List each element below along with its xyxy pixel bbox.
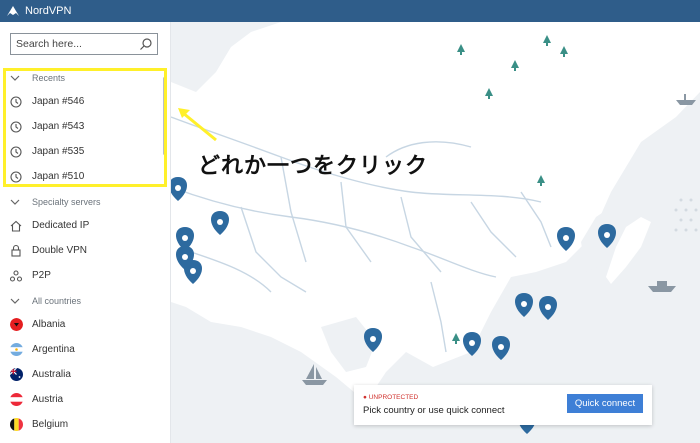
server-pin[interactable] (210, 211, 230, 235)
specialty-item-dedicated-ip[interactable]: Dedicated IP (0, 213, 165, 238)
status-badge: ● UNPROTECTED (363, 394, 419, 401)
search-input[interactable]: Search here... (10, 33, 158, 55)
lock-icon (11, 244, 21, 257)
specialty-label: Specialty servers (32, 196, 101, 207)
sidebar: Search here... Recents Japan #546 Japan … (0, 22, 171, 443)
specialty-item-p2p[interactable]: P2P (0, 263, 165, 288)
recents-label: Recents (32, 72, 66, 83)
countries-label: All countries (32, 295, 82, 306)
status-state: UNPROTECTED (368, 394, 419, 401)
recent-item[interactable]: Japan #543 (0, 114, 165, 139)
countries-section-header[interactable]: All countries (0, 288, 165, 313)
country-item-label: Albania (32, 319, 66, 330)
chevron-down-icon (10, 75, 20, 81)
specialty-item-label: Dedicated IP (32, 220, 90, 231)
recent-item-label: Japan #535 (32, 146, 85, 157)
albania-flag-icon (9, 318, 23, 331)
server-pin[interactable] (491, 336, 511, 360)
server-pins (171, 177, 617, 434)
search-placeholder: Search here... (16, 38, 82, 50)
p2p-icon (9, 269, 23, 282)
server-pin[interactable] (556, 227, 576, 251)
country-item-australia[interactable]: Australia (0, 362, 165, 387)
clock-icon (10, 170, 22, 183)
recent-item-label: Japan #510 (32, 171, 85, 182)
server-pin[interactable] (462, 332, 482, 356)
country-item-argentina[interactable]: Argentina (0, 337, 165, 362)
server-pin[interactable] (183, 260, 203, 284)
australia-flag-icon (9, 368, 23, 381)
recent-item-label: Japan #543 (32, 121, 85, 132)
argentina-flag-icon (9, 343, 23, 356)
specialty-section-header[interactable]: Specialty servers (0, 189, 165, 214)
annotation-arrow-icon (178, 108, 217, 142)
chevron-down-icon (10, 298, 20, 304)
chevron-down-icon (10, 199, 20, 205)
austria-flag-icon (9, 393, 23, 406)
recent-item[interactable]: Japan #535 (0, 139, 165, 164)
country-item-belgium[interactable]: Belgium (0, 412, 165, 437)
server-pin[interactable] (538, 296, 558, 320)
server-pin[interactable] (597, 224, 617, 248)
country-item-label: Australia (32, 369, 71, 380)
specialty-item-label: P2P (32, 270, 51, 281)
recents-section-header[interactable]: Recents (0, 65, 165, 90)
clock-icon (10, 95, 22, 108)
server-pin[interactable] (363, 328, 383, 352)
connection-status-card: ● UNPROTECTED Pick country or use quick … (354, 385, 652, 425)
search-icon[interactable] (139, 37, 153, 51)
app-title: NordVPN (25, 5, 72, 17)
annotation-text: どれか一つをクリック (198, 154, 429, 179)
status-message: Pick country or use quick connect (363, 405, 505, 416)
recent-item-label: Japan #546 (32, 96, 85, 107)
quick-connect-button[interactable]: Quick connect (567, 394, 643, 413)
clock-icon (10, 145, 22, 158)
specialty-item-double-vpn[interactable]: Double VPN (0, 238, 165, 263)
clock-icon (10, 120, 22, 133)
server-pin[interactable] (171, 177, 188, 201)
country-item-austria[interactable]: Austria (0, 387, 165, 412)
house-icon (10, 220, 22, 232)
title-bar: NordVPN (0, 0, 700, 22)
sidebar-scrollbar[interactable] (163, 77, 166, 155)
recent-item[interactable]: Japan #546 (0, 89, 165, 114)
specialty-item-label: Double VPN (32, 245, 88, 256)
country-item-label: Argentina (32, 344, 75, 355)
recent-item[interactable]: Japan #510 (0, 164, 165, 189)
country-item-label: Belgium (32, 419, 69, 430)
belgium-flag-icon (9, 418, 23, 431)
world-map[interactable] (171, 22, 700, 443)
country-item-albania[interactable]: Albania (0, 312, 165, 337)
server-pin[interactable] (514, 293, 534, 317)
country-item-label: Austria (32, 394, 64, 405)
nordvpn-logo-icon (7, 6, 19, 16)
